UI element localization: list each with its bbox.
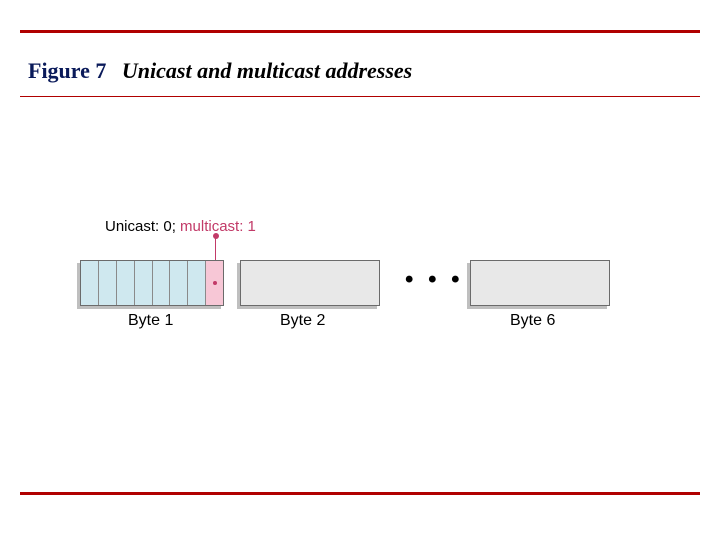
byte-6-label: Byte 6 (510, 312, 555, 330)
top-rule (20, 30, 700, 33)
annotation-leader (215, 236, 216, 260)
byte-1-box (80, 260, 224, 306)
byte1-bit (81, 261, 99, 305)
ellipsis: • • • (405, 266, 464, 294)
figure-heading: Figure 7 Unicast and multicast addresses (28, 58, 412, 84)
annotation-unicast: Unicast: 0; (105, 218, 180, 235)
bottom-rule (20, 492, 700, 495)
slide: Figure 7 Unicast and multicast addresses… (0, 0, 720, 540)
byte1-bit (99, 261, 117, 305)
byte-1-label: Byte 1 (128, 312, 173, 330)
byte1-bit (135, 261, 153, 305)
byte1-bit (153, 261, 171, 305)
byte-6-box (470, 260, 610, 306)
bit-annotation: Unicast: 0; multicast: 1 (105, 218, 256, 235)
byte-2-box (240, 260, 380, 306)
byte1-bit (170, 261, 188, 305)
byte1-multicast-bit (206, 261, 223, 305)
byte1-bit (117, 261, 135, 305)
figure-title: Unicast and multicast addresses (122, 58, 412, 83)
title-underline (20, 96, 700, 97)
annotation-multicast: multicast: 1 (180, 218, 256, 235)
byte-2-label: Byte 2 (280, 312, 325, 330)
figure-label: Figure 7 (28, 58, 106, 83)
byte1-bit (188, 261, 206, 305)
